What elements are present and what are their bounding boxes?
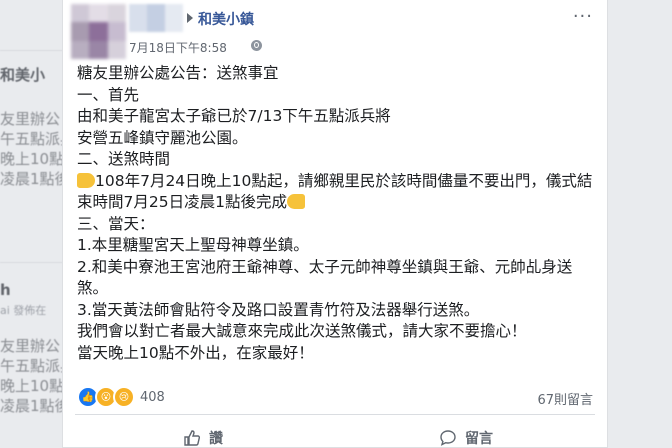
page-avatar[interactable] xyxy=(71,4,126,59)
comment-icon xyxy=(440,430,456,446)
comment-count[interactable]: 67則留言 xyxy=(537,389,593,408)
bg-text: 和美小 xyxy=(0,66,46,84)
share-arrow-icon xyxy=(187,13,193,23)
post-line: 我們會以對亡者最大誠意來完成此次送煞儀式，請大家不要擔心！ xyxy=(77,322,527,340)
bg-text: ai 發佈在 xyxy=(0,304,47,317)
comment-label: 留言 xyxy=(465,431,493,447)
like-button[interactable]: 讚 xyxy=(183,428,223,448)
post-line: 108年7月24日晚上10點起，請鄉親里民於該時間儘量不要出門，儀式結束時間7月… xyxy=(77,171,597,214)
bg-text: h xyxy=(0,281,11,299)
sharer-name-pixelated[interactable] xyxy=(129,4,183,32)
bg-text: 晚上10點 xyxy=(0,377,65,395)
post-line: 一、首先 xyxy=(77,85,140,104)
post-line: 三、當天： xyxy=(77,214,155,233)
bg-text: 友里辦公 xyxy=(0,337,61,355)
post-line: 3.當天黃法師會貼符令及路口設置青竹符及法器舉行送煞。 xyxy=(77,300,480,319)
page-name-link[interactable]: 和美小鎮 xyxy=(198,9,254,29)
post-text: 糖友里辦公處公告：送煞事宜 一、首先 由和美子龍宮太子爺已於7/13下午五點派兵… xyxy=(77,63,597,364)
bg-text: 凌晨1點後 xyxy=(0,397,70,415)
like-label: 讚 xyxy=(209,431,223,447)
bg-text: 友里辦公 xyxy=(0,110,61,128)
reaction-summary[interactable]: 👍 😮 😢 408 xyxy=(77,386,165,408)
bg-text: 晚上10點 xyxy=(0,150,65,168)
thumbs-up-icon xyxy=(184,430,201,446)
sad-reaction-icon: 😢 xyxy=(113,386,135,408)
comment-button[interactable]: 留言 xyxy=(439,428,493,448)
globe-icon xyxy=(251,40,262,51)
post-timestamp[interactable]: 7月18日下午8:58 xyxy=(129,39,227,56)
bg-text: 凌晨1點後 xyxy=(0,170,70,188)
post-line: 糖友里辦公處公告：送煞事宜 xyxy=(77,64,279,82)
divider xyxy=(75,414,595,415)
right-gutter xyxy=(608,0,672,448)
pointing-hand-left-icon xyxy=(286,194,305,209)
reaction-count[interactable]: 408 xyxy=(140,390,165,405)
post-line-text: 108年7月24日晚上10點起，請鄉親里民於該時間儘量不要出門，儀式結束時間7月… xyxy=(77,171,593,212)
post-line: 由和美子龍宮太子爺已於7/13下午五點派兵將 xyxy=(77,107,391,125)
more-options-icon[interactable]: ··· xyxy=(573,8,593,26)
background-feed: 和美小 友里辦公 午五點派兵 晚上10點 凌晨1點後 h ai 發佈在 友里辦公… xyxy=(0,0,75,448)
post-line: 當天晚上10點不外出，在家最好！ xyxy=(77,343,314,362)
post-line: 1.本里糖聖宮天上聖母神尊坐鎮。 xyxy=(77,236,309,254)
post-line: 安營五峰鎮守麗池公園。 xyxy=(77,128,248,147)
post-line: 2.和美中寮池王宮池府王爺神尊、太子元帥神尊坐鎮與王爺、元帥乩身送煞。 xyxy=(77,257,573,298)
pointing-hand-right-icon xyxy=(77,172,95,188)
post-line: 二、送煞時間 xyxy=(77,150,171,168)
post-card: 和美小鎮 7月18日下午8:58 ··· 糖友里辦公處公告：送煞事宜 一、首先 … xyxy=(62,0,608,448)
